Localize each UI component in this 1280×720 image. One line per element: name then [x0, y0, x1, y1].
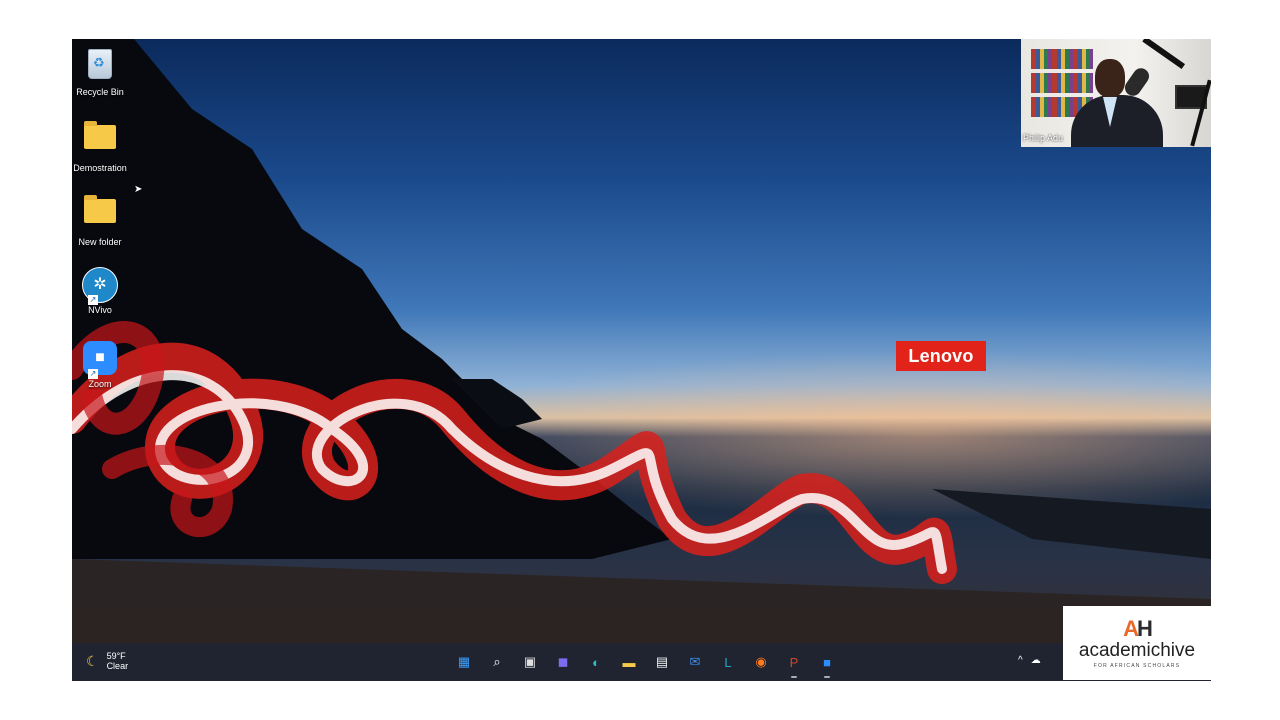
- desktop-icon-demostration[interactable]: Demostration: [72, 119, 132, 173]
- participant-name: Philip Adu: [1023, 133, 1064, 143]
- presenter-head: [1095, 59, 1125, 97]
- start-icon[interactable]: ▦: [452, 650, 476, 674]
- lenovo-vantage-icon[interactable]: L: [716, 650, 740, 674]
- powerpoint-icon[interactable]: P: [782, 650, 806, 678]
- folder-icon: [84, 121, 116, 149]
- desktop-icon-label: New folder: [78, 237, 122, 247]
- desktop-icon-label: Demostration: [73, 163, 127, 173]
- desktop-icon-new-folder[interactable]: New folder: [72, 193, 132, 247]
- file-explorer-icon[interactable]: ▬: [617, 650, 641, 674]
- search-icon[interactable]: ⌕: [485, 650, 509, 674]
- system-tray: ^ ☁: [1018, 655, 1041, 666]
- moon-icon: ☾: [86, 652, 99, 669]
- desktop-icon-label: Zoom: [88, 379, 112, 389]
- desktop-icon-zoom[interactable]: ■ ↗ Zoom: [72, 341, 132, 389]
- task-view-icon[interactable]: ▣: [518, 650, 542, 674]
- onedrive-icon[interactable]: ☁: [1031, 655, 1041, 666]
- webcam-video: Philip Adu: [1021, 39, 1211, 147]
- folder-icon: [84, 195, 116, 223]
- chevron-up-icon[interactable]: ^: [1018, 655, 1023, 666]
- weather-temperature: 59°F: [106, 651, 126, 661]
- microphone-icon: [1121, 65, 1153, 99]
- microsoft-store-icon[interactable]: ▤: [650, 650, 674, 674]
- edge-icon[interactable]: ◐: [584, 650, 608, 674]
- weather-widget[interactable]: ☾ 59°F Clear: [86, 651, 128, 671]
- shortcut-arrow-icon: ↗: [88, 295, 98, 305]
- shortcut-arrow-icon: ↗: [88, 369, 98, 379]
- bookshelf: [1031, 73, 1093, 93]
- bookshelf: [1031, 49, 1093, 69]
- academichive-logo: AH academichive FOR AFRICAN SCHOLARS: [1063, 606, 1211, 680]
- mouse-cursor-icon: ➤: [134, 184, 143, 195]
- desktop-icon-nvivo[interactable]: ✲ ↗ NVivo: [72, 267, 132, 315]
- mic-arm: [1142, 39, 1186, 69]
- mail-icon[interactable]: ✉: [683, 650, 707, 674]
- academichive-mark: AH: [1123, 615, 1153, 641]
- taskbar: ☾ 59°F Clear ▦ ⌕ ▣ ◼ ◐ ▬ ▤ ✉ L ◉ P ■ ^ ☁: [72, 643, 1211, 681]
- recycle-bin-icon: [88, 49, 112, 79]
- firefox-icon[interactable]: ◉: [749, 650, 773, 674]
- academichive-name: academichive: [1078, 639, 1196, 661]
- academichive-tagline: FOR AFRICAN SCHOLARS: [1093, 662, 1181, 669]
- teams-chat-icon[interactable]: ◼: [551, 650, 575, 674]
- taskbar-apps: ▦ ⌕ ▣ ◼ ◐ ▬ ▤ ✉ L ◉ P ■: [452, 650, 839, 678]
- lenovo-logo: Lenovo: [896, 341, 986, 371]
- desktop-icon-recycle-bin[interactable]: Recycle Bin: [72, 45, 132, 97]
- desktop-icon-label: NVivo: [88, 305, 112, 315]
- weather-condition: Clear: [106, 661, 129, 671]
- desktop-icon-label: Recycle Bin: [76, 87, 124, 97]
- zoom-app-icon[interactable]: ■: [815, 650, 839, 678]
